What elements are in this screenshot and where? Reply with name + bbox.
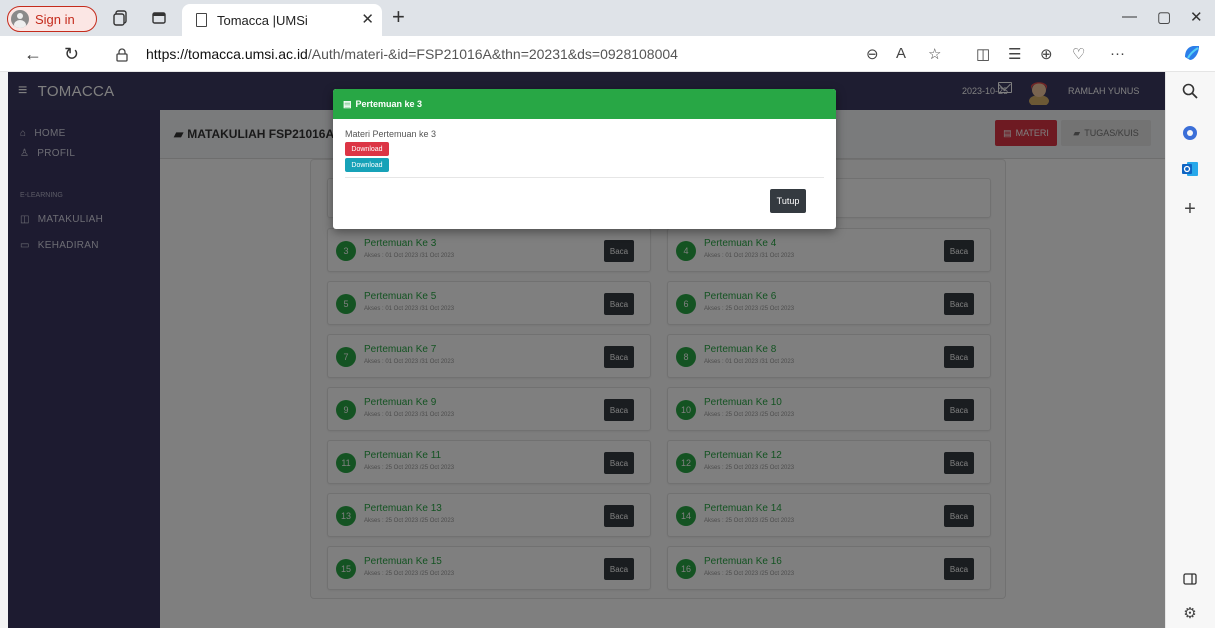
copilot-icon[interactable] [1182,43,1202,67]
close-window-button[interactable]: ✕ [1190,8,1203,26]
favorites-icon[interactable]: ☰ [1008,45,1021,63]
tab-title: Tomacca |UMSi [217,12,308,28]
hide-sidebar-icon[interactable] [1179,568,1201,590]
download-button[interactable]: Download [345,142,389,156]
divider [345,177,824,178]
close-tab-icon[interactable]: ✕ [361,10,374,28]
lock-icon[interactable] [116,46,128,67]
outlook-icon[interactable] [1179,158,1201,180]
refresh-icon[interactable]: ↻ [64,44,79,65]
shopping-icon[interactable] [1179,122,1201,144]
workspaces-icon[interactable] [112,9,130,27]
new-tab-button[interactable]: + [392,4,405,30]
tab-actions-icon[interactable] [150,9,168,27]
sign-in-button[interactable]: Sign in [7,6,97,32]
favorite-icon[interactable]: ☆ [928,45,941,63]
download-button-secondary[interactable]: Download [345,158,389,172]
zoom-icon[interactable]: ⊖ [866,45,879,63]
add-sidebar-app-icon[interactable]: + [1179,198,1201,220]
edge-sidebar: + ⚙ [1165,72,1215,628]
back-icon[interactable]: ← [24,44,42,65]
browser-tab-bar: Sign in Tomacca |UMSi ✕ + — ▢ ✕ [0,0,1215,36]
profile-avatar-icon [11,10,29,28]
meeting-modal: ▤ Pertemuan ke 3 Materi Pertemuan ke 3 D… [333,89,836,229]
search-icon[interactable] [1179,80,1201,102]
page-icon [196,13,207,27]
settings-gear-icon[interactable]: ⚙ [1179,602,1201,624]
minimize-button[interactable]: — [1122,8,1137,25]
collections-icon[interactable]: ⊕ [1040,45,1053,63]
more-icon[interactable]: ··· [1110,45,1125,62]
split-screen-icon[interactable]: ◫ [976,45,990,63]
url-field[interactable]: https://tomacca.umsi.ac.id/Auth/materi-&… [146,46,678,62]
restore-button[interactable]: ▢ [1157,8,1171,26]
tab-tomacca[interactable]: Tomacca |UMSi ✕ [182,4,382,36]
modal-body: Materi Pertemuan ke 3 Download Download [345,129,436,174]
book-open-icon: ▤ [343,98,352,109]
sign-in-label: Sign in [35,11,75,27]
modal-header: ▤ Pertemuan ke 3 [333,89,836,119]
url-path: /Auth/materi-&id=FSP21016A&thn=20231&ds=… [307,46,678,62]
web-page: ≡ TOMACCA 2023-10-25 RAMLAH YUNUS ⌂ HOME… [8,72,1165,628]
url-host: https://tomacca.umsi.ac.id [146,46,308,62]
modal-title: Pertemuan ke 3 [355,99,423,109]
modal-text: Materi Pertemuan ke 3 [345,129,437,139]
close-modal-button[interactable]: Tutup [770,189,806,213]
read-aloud-icon[interactable]: A [896,45,906,62]
browser-essentials-icon[interactable]: ♡ [1072,45,1085,63]
address-bar: ← ↻ https://tomacca.umsi.ac.id/Auth/mate… [0,36,1215,72]
